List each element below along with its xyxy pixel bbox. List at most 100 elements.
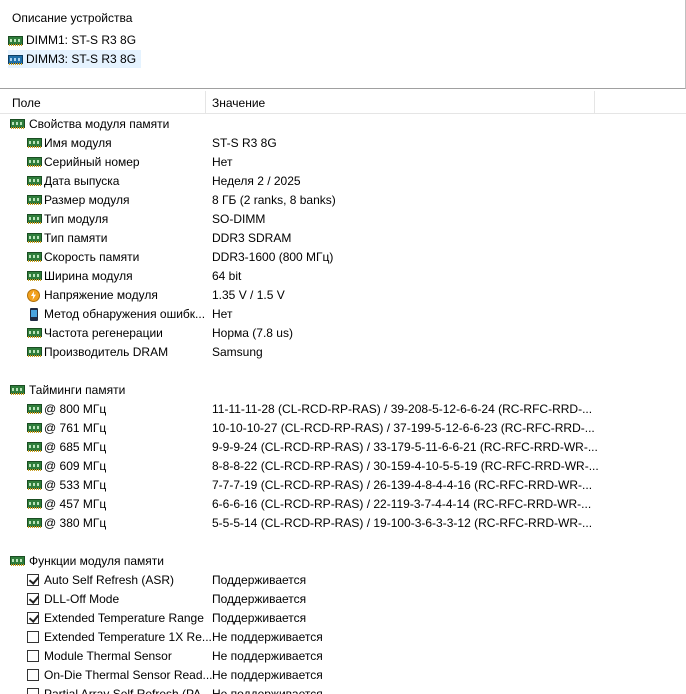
column-header-field[interactable]: Поле xyxy=(12,96,41,110)
property-field: On-Die Thermal Sensor Read... xyxy=(44,668,213,682)
device-item-dimm3[interactable]: DIMM3: ST-S R3 8G xyxy=(8,50,142,68)
property-value: Samsung xyxy=(212,345,263,359)
property-value: Не поддерживается xyxy=(212,630,323,644)
property-row[interactable]: Тип модуля SO-DIMM xyxy=(0,210,686,229)
voltage-icon xyxy=(27,289,40,302)
property-value: 8 ГБ (2 ranks, 8 banks) xyxy=(212,193,336,207)
property-field: Серийный номер xyxy=(44,155,140,169)
property-value: 6-6-6-16 (CL-RCD-RP-RAS) / 22-119-3-7-4-… xyxy=(212,497,592,511)
property-value: Не поддерживается xyxy=(212,668,323,682)
property-row[interactable]: @ 457 МГц 6-6-6-16 (CL-RCD-RP-RAS) / 22-1… xyxy=(0,495,686,514)
property-row[interactable]: @ 533 МГц 7-7-7-19 (CL-RCD-RP-RAS) / 26-1… xyxy=(0,476,686,495)
property-row[interactable]: Размер модуля 8 ГБ (2 ranks, 8 banks) xyxy=(0,191,686,210)
column-header: Поле Значение xyxy=(0,91,686,114)
property-field: @ 380 МГц xyxy=(44,516,107,530)
property-value: SO-DIMM xyxy=(212,212,266,226)
property-field: Partial Array Self Refresh (PA... xyxy=(44,687,212,694)
memory-module-icon xyxy=(27,176,42,186)
property-value: Нет xyxy=(212,307,233,321)
property-row[interactable]: DLL-Off Mode Поддерживается xyxy=(0,590,686,609)
property-field: @ 609 МГц xyxy=(44,459,107,473)
property-value: 1.35 V / 1.5 V xyxy=(212,288,285,302)
property-value: Норма (7.8 us) xyxy=(212,326,293,340)
property-row[interactable]: Extended Temperature 1X Re... Не поддержи… xyxy=(0,628,686,647)
property-value: 11-11-11-28 (CL-RCD-RP-RAS) / 39-208-5-1… xyxy=(212,402,593,416)
checkbox-empty-icon xyxy=(27,650,39,662)
property-field: DLL-Off Mode xyxy=(44,592,120,606)
property-field: Дата выпуска xyxy=(44,174,120,188)
section-header[interactable]: Функции модуля памяти xyxy=(0,552,686,571)
property-value: 5-5-5-14 (CL-RCD-RP-RAS) / 19-100-3-6-3-… xyxy=(212,516,593,530)
property-field: @ 457 МГц xyxy=(44,497,107,511)
property-row[interactable]: Auto Self Refresh (ASR) Поддерживается xyxy=(0,571,686,590)
checkbox-checked-icon xyxy=(27,574,39,586)
checkbox-empty-icon xyxy=(27,669,39,681)
property-field: Имя модуля xyxy=(44,136,112,150)
property-row[interactable]: Частота регенерации Норма (7.8 us) xyxy=(0,324,686,343)
property-field: Ширина модуля xyxy=(44,269,133,283)
property-field: Производитель DRAM xyxy=(44,345,169,359)
column-divider[interactable] xyxy=(205,91,206,113)
property-value: Не поддерживается xyxy=(212,687,323,694)
property-value: Поддерживается xyxy=(212,611,307,625)
column-divider[interactable] xyxy=(594,91,595,113)
memory-module-icon xyxy=(8,35,23,46)
memory-module-icon xyxy=(27,233,42,243)
property-field: Module Thermal Sensor xyxy=(44,649,172,663)
memory-module-icon xyxy=(27,347,42,357)
property-field: @ 800 МГц xyxy=(44,402,107,416)
property-row[interactable]: Partial Array Self Refresh (PA... Не подд… xyxy=(0,685,686,694)
property-value: Поддерживается xyxy=(212,592,307,606)
memory-module-icon xyxy=(27,404,42,414)
memory-module-icon xyxy=(27,214,42,224)
property-row[interactable]: Напряжение модуля 1.35 V / 1.5 V xyxy=(0,286,686,305)
section-title: Свойства модуля памяти xyxy=(29,117,170,131)
property-row[interactable]: @ 609 МГц 8-8-8-22 (CL-RCD-RP-RAS) / 30-1… xyxy=(0,457,686,476)
property-value: Поддерживается xyxy=(212,573,307,587)
checkbox-checked-icon xyxy=(27,593,39,605)
property-field: Extended Temperature 1X Re... xyxy=(44,630,212,644)
property-row[interactable]: Производитель DRAM Samsung xyxy=(0,343,686,362)
property-row[interactable]: @ 685 МГц 9-9-9-24 (CL-RCD-RP-RAS) / 33-1… xyxy=(0,438,686,457)
property-row[interactable]: Метод обнаружения ошибк... Нет xyxy=(0,305,686,324)
property-field: Напряжение модуля xyxy=(44,288,158,302)
properties-list: Свойства модуля памяти Имя модуля ST-S R3 … xyxy=(0,114,686,694)
property-row[interactable]: Module Thermal Sensor Не поддерживается xyxy=(0,647,686,666)
checkbox-empty-icon xyxy=(27,688,39,694)
property-row[interactable]: @ 800 МГц 11-11-11-28 (CL-RCD-RP-RAS) / 3… xyxy=(0,400,686,419)
property-value: 8-8-8-22 (CL-RCD-RP-RAS) / 30-159-4-10-5… xyxy=(212,459,599,473)
checkbox-empty-icon xyxy=(27,631,39,643)
property-field: @ 685 МГц xyxy=(44,440,107,454)
property-row[interactable]: Серийный номер Нет xyxy=(0,153,686,172)
property-row[interactable]: On-Die Thermal Sensor Read... Не поддержи… xyxy=(0,666,686,685)
property-field: Тип памяти xyxy=(44,231,108,245)
device-label: DIMM1: ST-S R3 8G xyxy=(26,33,137,47)
checkbox-checked-icon xyxy=(27,612,39,624)
section-title: Тайминги памяти xyxy=(29,383,126,397)
memory-module-icon xyxy=(8,54,23,65)
property-row[interactable]: @ 380 МГц 5-5-5-14 (CL-RCD-RP-RAS) / 19-1… xyxy=(0,514,686,533)
memory-module-icon xyxy=(27,138,42,148)
property-row[interactable]: Extended Temperature Range Поддерживается xyxy=(0,609,686,628)
property-row[interactable]: Ширина модуля 64 bit xyxy=(0,267,686,286)
memory-module-icon xyxy=(27,442,42,452)
property-value: 10-10-10-27 (CL-RCD-RP-RAS) / 37-199-5-1… xyxy=(212,421,595,435)
property-row[interactable]: Скорость памяти DDR3-1600 (800 МГц) xyxy=(0,248,686,267)
property-row[interactable]: Тип памяти DDR3 SDRAM xyxy=(0,229,686,248)
property-row[interactable]: @ 761 МГц 10-10-10-27 (CL-RCD-RP-RAS) / 3… xyxy=(0,419,686,438)
property-field: Размер модуля xyxy=(44,193,130,207)
property-row[interactable]: Имя модуля ST-S R3 8G xyxy=(0,134,686,153)
section-header[interactable]: Тайминги памяти xyxy=(0,381,686,400)
device-icon xyxy=(30,308,38,321)
column-header-value[interactable]: Значение xyxy=(212,96,265,110)
memory-module-icon xyxy=(27,195,42,205)
device-item-dimm1[interactable]: DIMM1: ST-S R3 8G xyxy=(8,31,141,49)
memory-module-icon xyxy=(27,157,42,167)
property-value: 64 bit xyxy=(212,269,242,283)
property-field: @ 761 МГц xyxy=(44,421,107,435)
section-title: Функции модуля памяти xyxy=(29,554,164,568)
section-header[interactable]: Свойства модуля памяти xyxy=(0,115,686,134)
property-field: Тип модуля xyxy=(44,212,109,226)
property-row[interactable]: Дата выпуска Неделя 2 / 2025 xyxy=(0,172,686,191)
property-value: ST-S R3 8G xyxy=(212,136,277,150)
